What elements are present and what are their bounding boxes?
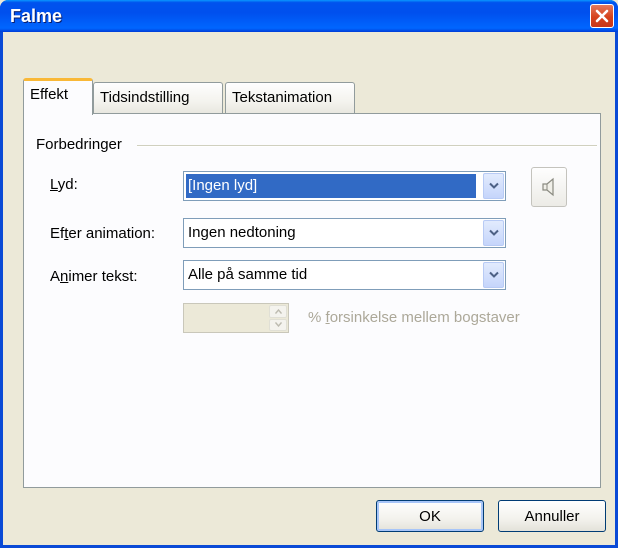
chevron-down-icon <box>488 271 499 278</box>
after-animation-dropdown-button[interactable] <box>483 220 504 246</box>
sound-dropdown[interactable]: [Ingen lyd] <box>183 171 506 201</box>
after-animation-dropdown[interactable]: Ingen nedtoning <box>183 218 506 248</box>
ok-button[interactable]: OK <box>376 500 484 532</box>
title-bar[interactable]: Falme <box>0 0 618 32</box>
after-animation-label: Efter animation: <box>50 225 156 242</box>
group-divider <box>137 145 597 147</box>
after-animation-value: Ingen nedtoning <box>188 224 296 241</box>
tab-tekstanimation[interactable]: Tekstanimation <box>225 82 355 114</box>
dialog-window: Falme Effekt Tidsindstilling Tekstanimat… <box>0 0 618 548</box>
tab-panel: Forbedringer Lyd: [Ingen lyd] Efter anim… <box>23 113 601 488</box>
sound-dropdown-button[interactable] <box>483 173 504 199</box>
tab-tidsindstilling[interactable]: Tidsindstilling <box>93 82 223 114</box>
close-button[interactable] <box>590 4 614 28</box>
chevron-down-icon <box>274 322 282 328</box>
animate-text-value: Alle på samme tid <box>188 266 308 283</box>
group-label: Forbedringer <box>36 136 122 153</box>
chevron-down-icon <box>488 182 499 189</box>
sound-label: Lyd: <box>50 176 78 193</box>
spin-down-button[interactable] <box>269 318 287 331</box>
sound-value: [Ingen lyd] <box>185 173 477 199</box>
animate-text-label: Animer tekst: <box>50 268 138 285</box>
close-icon <box>595 9 609 23</box>
delay-label: % forsinkelse mellem bogstaver <box>308 309 520 326</box>
chevron-up-icon <box>274 308 282 314</box>
speaker-icon <box>542 177 554 197</box>
play-sound-button[interactable] <box>531 167 567 207</box>
spin-up-button[interactable] <box>269 305 287 318</box>
animate-text-dropdown[interactable]: Alle på samme tid <box>183 260 506 290</box>
delay-spin-buttons[interactable] <box>269 305 287 331</box>
chevron-down-icon <box>488 229 499 236</box>
delay-spinner[interactable] <box>183 303 289 333</box>
animate-text-dropdown-button[interactable] <box>483 262 504 288</box>
tab-effekt[interactable]: Effekt <box>23 78 93 115</box>
window-title: Falme <box>10 6 63 26</box>
cancel-button[interactable]: Annuller <box>498 500 606 532</box>
